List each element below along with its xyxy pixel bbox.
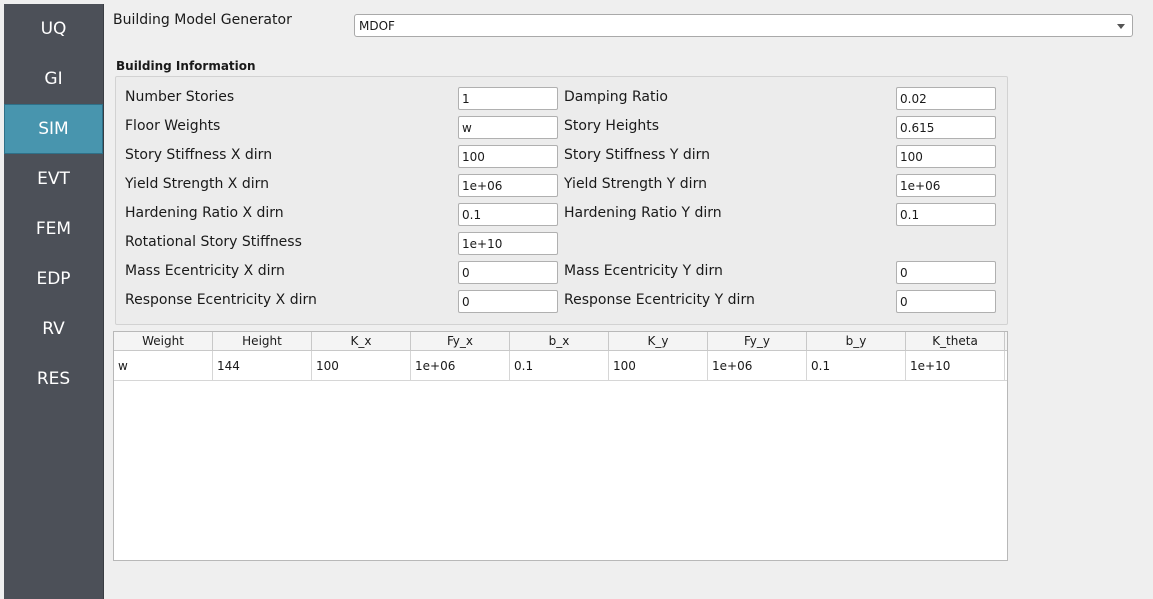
sidebar-item-label: GI	[44, 69, 63, 89]
generator-select[interactable]: MDOF	[354, 14, 1133, 37]
table-row: w 144 100 1e+06 0.1 100 1e+06 0.1 1e+10	[114, 351, 1007, 381]
damping-ratio-label: Damping Ratio	[564, 89, 668, 105]
stiffness-x-label: Story Stiffness X dirn	[125, 147, 273, 163]
column-header-fy-y[interactable]: Fy_y	[708, 332, 807, 350]
hardening-y-label: Hardening Ratio Y dirn	[564, 205, 722, 221]
rotational-stiffness-label: Rotational Story Stiffness	[125, 234, 302, 250]
table-cell[interactable]: 100	[312, 351, 411, 380]
column-header-k-theta[interactable]: K_theta	[906, 332, 1005, 350]
sidebar-item-sim[interactable]: SIM	[4, 104, 103, 154]
sidebar-item-gi[interactable]: GI	[4, 54, 103, 104]
floor-weights-input[interactable]: w	[458, 116, 558, 139]
generator-label: Building Model Generator	[113, 12, 292, 28]
floor-weights-label: Floor Weights	[125, 118, 221, 134]
generator-select-value: MDOF	[359, 18, 395, 33]
damping-ratio-input[interactable]: 0.02	[896, 87, 996, 110]
stiffness-y-input[interactable]: 100	[896, 145, 996, 168]
table-cell[interactable]: 100	[609, 351, 708, 380]
story-table: Weight Height K_x Fy_x b_x K_y Fy_y b_y …	[113, 331, 1008, 561]
response-ecc-y-label: Response Ecentricity Y dirn	[564, 292, 755, 308]
sidebar-item-label: UQ	[40, 19, 67, 39]
hardening-x-label: Hardening Ratio X dirn	[125, 205, 284, 221]
number-stories-input[interactable]: 1	[458, 87, 558, 110]
column-header-height[interactable]: Height	[213, 332, 312, 350]
sidebar-item-label: SIM	[38, 119, 69, 139]
sidebar: UQ GI SIM EVT FEM EDP RV RES	[4, 4, 104, 599]
mass-ecc-x-input[interactable]: 0	[458, 261, 558, 284]
mass-ecc-x-label: Mass Ecentricity X dirn	[125, 263, 285, 279]
sidebar-item-label: RES	[36, 369, 71, 389]
mass-ecc-y-label: Mass Ecentricity Y dirn	[564, 263, 723, 279]
hardening-x-input[interactable]: 0.1	[458, 203, 558, 226]
yield-x-label: Yield Strength X dirn	[125, 176, 269, 192]
hardening-y-input[interactable]: 0.1	[896, 203, 996, 226]
story-heights-label: Story Heights	[564, 118, 660, 134]
column-header-weight[interactable]: Weight	[114, 332, 213, 350]
story-heights-input[interactable]: 0.615	[896, 116, 996, 139]
table-cell[interactable]: 144	[213, 351, 312, 380]
sidebar-item-uq[interactable]: UQ	[4, 4, 103, 54]
sidebar-item-evt[interactable]: EVT	[4, 154, 103, 204]
table-cell[interactable]: 1e+10	[906, 351, 1005, 380]
table-cell[interactable]: w	[114, 351, 213, 380]
stiffness-x-input[interactable]: 100	[458, 145, 558, 168]
sidebar-item-label: FEM	[35, 219, 72, 239]
table-cell[interactable]: 0.1	[807, 351, 906, 380]
number-stories-label: Number Stories	[125, 89, 235, 105]
response-ecc-y-input[interactable]: 0	[896, 290, 996, 313]
table-cell[interactable]: 1e+06	[708, 351, 807, 380]
building-info-group	[115, 76, 1008, 325]
sidebar-item-rv[interactable]: RV	[4, 304, 103, 354]
mass-ecc-y-input[interactable]: 0	[896, 261, 996, 284]
table-cell[interactable]: 1e+06	[411, 351, 510, 380]
response-ecc-x-label: Response Ecentricity X dirn	[125, 292, 317, 308]
sidebar-item-edp[interactable]: EDP	[4, 254, 103, 304]
column-header-fy-x[interactable]: Fy_x	[411, 332, 510, 350]
sidebar-item-label: EDP	[36, 269, 71, 289]
sidebar-item-fem[interactable]: FEM	[4, 204, 103, 254]
table-header: Weight Height K_x Fy_x b_x K_y Fy_y b_y …	[114, 332, 1007, 351]
sidebar-item-label: EVT	[37, 169, 70, 189]
sidebar-item-res[interactable]: RES	[4, 354, 103, 404]
chevron-down-icon	[1117, 24, 1125, 29]
column-header-k-y[interactable]: K_y	[609, 332, 708, 350]
column-header-b-y[interactable]: b_y	[807, 332, 906, 350]
column-header-k-x[interactable]: K_x	[312, 332, 411, 350]
yield-y-label: Yield Strength Y dirn	[564, 176, 707, 192]
rotational-stiffness-input[interactable]: 1e+10	[458, 232, 558, 255]
stiffness-y-label: Story Stiffness Y dirn	[564, 147, 711, 163]
building-info-title: Building Information	[116, 59, 256, 73]
yield-x-input[interactable]: 1e+06	[458, 174, 558, 197]
sidebar-item-label: RV	[42, 319, 65, 339]
response-ecc-x-input[interactable]: 0	[458, 290, 558, 313]
table-cell[interactable]: 0.1	[510, 351, 609, 380]
yield-y-input[interactable]: 1e+06	[896, 174, 996, 197]
column-header-b-x[interactable]: b_x	[510, 332, 609, 350]
